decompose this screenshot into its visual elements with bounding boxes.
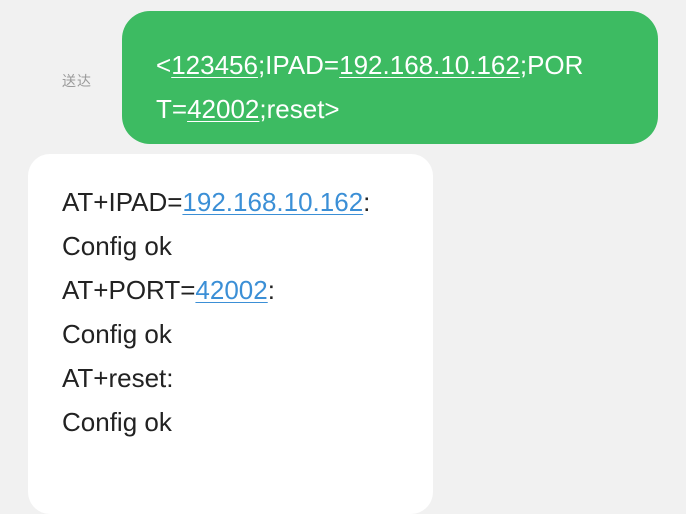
delivered-status: 送达 <box>62 73 92 89</box>
message-text: < <box>156 50 172 80</box>
chat-thread: 送达 <123456;IPAD=192.168.10.162;POR T=4200… <box>0 0 686 514</box>
reply-text: : <box>363 187 371 217</box>
incoming-message-bubble[interactable]: AT+IPAD=192.168.10.162: Config ok AT+POR… <box>28 154 433 514</box>
password-link[interactable]: 123456 <box>171 50 258 80</box>
reply-text: AT+IPAD= <box>62 187 183 217</box>
reply-line-config-ok: Config ok <box>62 319 172 349</box>
message-text: ;IPAD= <box>257 50 340 80</box>
outgoing-message-bubble[interactable]: <123456;IPAD=192.168.10.162;POR T=42002;r… <box>122 11 658 144</box>
message-text: ;POR <box>519 50 584 80</box>
ip-address-link[interactable]: 192.168.10.162 <box>339 50 520 80</box>
reply-line-port: AT+PORT=42002: <box>62 268 413 312</box>
reply-line-ipad: AT+IPAD=192.168.10.162: <box>62 180 413 224</box>
reply-line-config-ok: Config ok <box>62 407 172 437</box>
message-text: ;reset> <box>259 94 340 124</box>
reply-text: : <box>267 275 275 305</box>
port-link[interactable]: 42002 <box>195 275 267 305</box>
reply-line-reset: AT+reset: <box>62 363 174 393</box>
reply-text: AT+PORT= <box>62 275 196 305</box>
reply-line-config-ok: Config ok <box>62 231 172 261</box>
ip-address-link[interactable]: 192.168.10.162 <box>182 187 363 217</box>
port-link[interactable]: 42002 <box>187 94 259 124</box>
message-text: T= <box>156 94 188 124</box>
